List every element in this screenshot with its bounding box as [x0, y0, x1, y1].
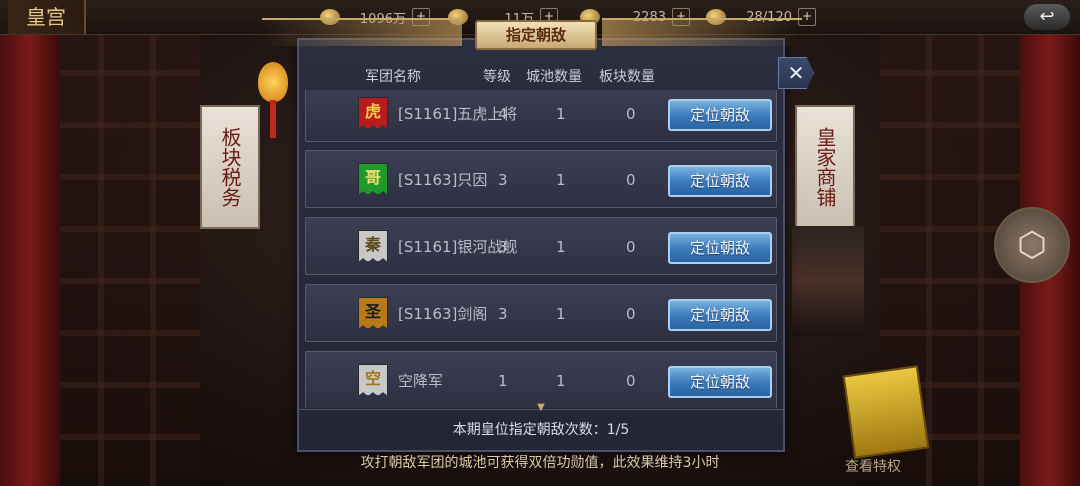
- legion-flag-icon: 哥: [358, 163, 388, 195]
- legion-cities: 1: [556, 238, 566, 256]
- header-cities: 城池数量: [526, 69, 582, 85]
- table-row: 秦 [S1161]银河战舰 3 1 0 定位朝敌: [305, 217, 777, 275]
- locate-enemy-button[interactable]: 定位朝敌: [668, 99, 772, 131]
- locate-enemy-button[interactable]: 定位朝敌: [668, 366, 772, 398]
- legion-cities: 1: [556, 372, 566, 390]
- banner-royal-shop[interactable]: 皇家商铺: [795, 105, 855, 229]
- close-icon: ✕: [787, 61, 805, 85]
- back-arrow-icon: ↩: [1039, 6, 1055, 27]
- legion-name: [S1163]只因: [398, 171, 488, 189]
- legion-blocks: 0: [626, 372, 636, 390]
- legion-name: 空降军: [398, 372, 444, 390]
- shop-scene-image: [792, 226, 864, 336]
- left-curtain: [0, 0, 60, 486]
- header-name: 军团名称: [365, 69, 421, 85]
- table-header: 军团名称 等级 城池数量 板块数量: [299, 66, 783, 86]
- legion-blocks: 0: [626, 238, 636, 256]
- legion-level: 3: [498, 171, 508, 189]
- enemy-list[interactable]: 虎 [S1161]五虎上将 4 1 0 定位朝敌 哥 [S1163]只因 3 1…: [305, 90, 777, 408]
- legion-cities: 1: [556, 105, 566, 123]
- header-blocks: 板块数量: [599, 69, 655, 85]
- locate-enemy-button[interactable]: 定位朝敌: [668, 165, 772, 197]
- locate-enemy-button[interactable]: 定位朝敌: [668, 232, 772, 264]
- privilege-book-icon[interactable]: [842, 365, 930, 459]
- chevron-ornament-icon: ▼: [537, 402, 545, 413]
- designation-count: 本期皇位指定朝敌次数：1/5: [452, 422, 630, 438]
- legion-flag-icon: 空: [358, 364, 388, 396]
- dialog-footer: ▼ 本期皇位指定朝敌次数：1/5: [299, 403, 783, 450]
- legion-blocks: 0: [626, 105, 636, 123]
- dialog-title: 指定朝敌: [475, 20, 597, 50]
- legion-cities: 1: [556, 305, 566, 323]
- title-ornament-right: [602, 18, 802, 46]
- banner-block-tax[interactable]: 板块税务: [200, 105, 260, 229]
- locate-enemy-button[interactable]: 定位朝敌: [668, 299, 772, 331]
- palace-title: 皇宫: [8, 0, 86, 34]
- table-row: 圣 [S1163]剑阁 3 1 0 定位朝敌: [305, 284, 777, 342]
- legion-blocks: 0: [626, 305, 636, 323]
- legion-level: 4: [498, 105, 508, 123]
- legion-level: 3: [498, 238, 508, 256]
- legion-blocks: 0: [626, 171, 636, 189]
- legion-flag-icon: 虎: [358, 97, 388, 129]
- table-row: 哥 [S1163]只因 3 1 0 定位朝敌: [305, 150, 777, 208]
- header-level: 等级: [483, 69, 511, 85]
- legion-flag-icon: 秦: [358, 230, 388, 262]
- title-ornament-left: [262, 18, 462, 46]
- legion-level: 3: [498, 305, 508, 323]
- legion-name: [S1163]剑阁: [398, 305, 488, 323]
- table-row: 虎 [S1161]五虎上将 4 1 0 定位朝敌: [305, 90, 777, 142]
- dialog-title-bar: 指定朝敌: [262, 18, 802, 50]
- legion-level: 1: [498, 372, 508, 390]
- cube-icon[interactable]: ⬡: [994, 207, 1070, 283]
- legion-flag-icon: 圣: [358, 297, 388, 329]
- table-row: 空 空降军 1 1 0 定位朝敌: [305, 351, 777, 408]
- double-merit-tip: 攻打朝敌军团的城池可获得双倍功勋值，此效果维持3小时: [360, 455, 720, 471]
- tassel-decoration: [270, 100, 276, 138]
- lantern-icon: [258, 62, 288, 102]
- legion-cities: 1: [556, 171, 566, 189]
- close-button[interactable]: ✕: [778, 57, 814, 89]
- back-button[interactable]: ↩: [1024, 4, 1070, 30]
- designate-enemy-dialog: 军团名称 等级 城池数量 板块数量 虎 [S1161]五虎上将 4 1 0 定位…: [297, 38, 785, 452]
